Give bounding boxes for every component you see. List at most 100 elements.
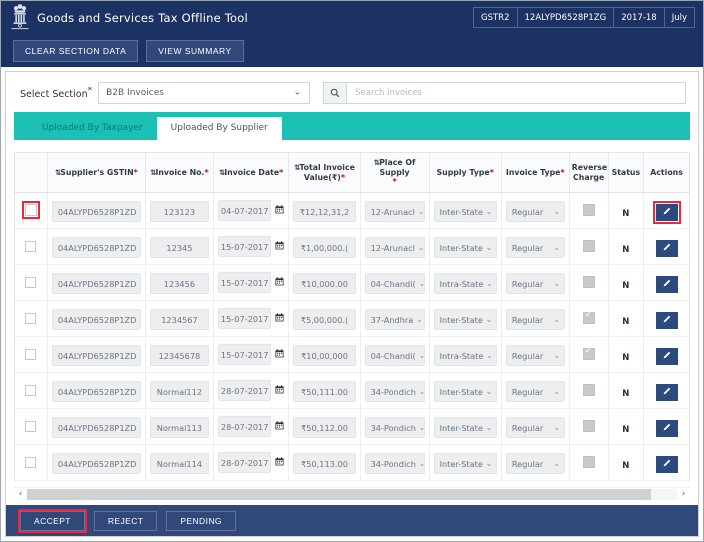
invoice-date-value[interactable]: 28-07-2017	[217, 452, 272, 474]
col-place-of-supply[interactable]: ⇅Place Of Supply *	[360, 153, 430, 194]
invoice-no-value[interactable]: Normal113	[149, 417, 209, 439]
invoice-date-value[interactable]: 04-07-2017	[217, 200, 272, 222]
edit-row-button[interactable]	[655, 311, 678, 329]
tab-uploaded-by-taxpayer[interactable]: Uploaded By Taxpayer	[28, 117, 157, 140]
col-invoice-no[interactable]: ⇅Invoice No.*	[145, 153, 214, 194]
gstin-value[interactable]: 04ALYPD6528P1ZD	[51, 453, 141, 475]
row-checkbox[interactable]	[25, 457, 37, 469]
place-of-supply-select[interactable]: 12-Arunacl ⌄	[364, 237, 425, 259]
edit-row-button[interactable]	[655, 347, 678, 365]
calendar-icon[interactable]	[275, 385, 284, 397]
row-checkbox[interactable]	[21, 201, 40, 220]
place-of-supply-select[interactable]: 04-Chandi(⌄	[364, 273, 425, 295]
invoice-no-value[interactable]: 1234567	[149, 309, 209, 331]
invoice-type-select[interactable]: Regular ⌄	[505, 417, 565, 439]
row-checkbox[interactable]	[25, 349, 37, 361]
supply-type-select[interactable]: Inter-State ⌄	[433, 237, 497, 259]
gstin-value[interactable]: 04ALYPD6528P1ZD	[51, 237, 141, 259]
invoice-date-value[interactable]: 28-07-2017	[217, 380, 272, 402]
edit-row-button[interactable]	[655, 239, 678, 257]
place-of-supply-select[interactable]: 37-Andhra ⌄	[364, 309, 425, 331]
row-checkbox[interactable]	[25, 313, 37, 325]
invoice-no-value[interactable]: Normal114	[149, 453, 209, 475]
scrollbar-thumb[interactable]	[27, 489, 651, 501]
reject-button[interactable]: REJECT	[93, 510, 158, 531]
view-summary-button[interactable]: VIEW SUMMARY	[146, 40, 244, 62]
calendar-icon[interactable]	[275, 277, 284, 289]
gstin-value[interactable]: 04ALYPD6528P1ZD	[51, 417, 141, 439]
calendar-icon[interactable]	[275, 205, 284, 217]
invoice-type-select[interactable]: Regular ⌄	[505, 273, 565, 295]
invoice-date-value[interactable]: 15-07-2017	[217, 344, 272, 366]
calendar-icon[interactable]	[275, 457, 284, 469]
supply-type-select[interactable]: Inter-State ⌄	[433, 417, 497, 439]
supply-type-select[interactable]: Inter-State ⌄	[433, 201, 497, 223]
pending-button[interactable]: PENDING	[166, 510, 236, 531]
scroll-left-arrow-icon[interactable]: ‹	[14, 490, 27, 499]
total-invoice-value[interactable]: ₹12,12,31,2	[293, 201, 356, 223]
supply-type-select[interactable]: Intra-State ⌄	[433, 273, 497, 295]
calendar-icon[interactable]	[275, 349, 284, 361]
col-suppliers-gstin[interactable]: ⇅Supplier's GSTIN*	[47, 153, 146, 194]
place-of-supply-select[interactable]: 12-Arunacl ⌄	[364, 201, 425, 223]
scrollbar-track[interactable]	[27, 489, 677, 501]
total-invoice-value[interactable]: ₹1,00,000.(	[293, 237, 356, 259]
invoice-no-value[interactable]: 12345678	[149, 345, 209, 367]
gstin-value[interactable]: 04ALYPD6528P1ZD	[51, 345, 141, 367]
invoice-date-value[interactable]: 15-07-2017	[217, 308, 272, 330]
invoice-date-value[interactable]: 28-07-2017	[217, 416, 272, 438]
invoice-type-select[interactable]: Regular ⌄	[505, 237, 565, 259]
table-horizontal-scrollbar[interactable]: ‹ ›	[14, 487, 690, 502]
search-input[interactable]	[347, 82, 686, 104]
gstin-value[interactable]: 04ALYPD6528P1ZD	[51, 381, 141, 403]
place-of-supply-select[interactable]: 04-Chandi(⌄	[364, 345, 425, 367]
row-checkbox[interactable]	[25, 421, 37, 433]
place-of-supply-select[interactable]: 34-Pondich⌄	[364, 381, 425, 403]
search-icon[interactable]	[323, 82, 348, 104]
total-invoice-value[interactable]: ₹10,00,000	[293, 345, 356, 367]
supply-type-select[interactable]: Inter-State ⌄	[433, 453, 497, 475]
calendar-icon[interactable]	[275, 421, 284, 433]
invoice-date-value[interactable]: 15-07-2017	[217, 272, 272, 294]
total-invoice-value[interactable]: ₹50,113.00	[293, 453, 356, 475]
supply-type-select[interactable]: Inter-State ⌄	[433, 381, 497, 403]
edit-row-button[interactable]	[655, 455, 678, 473]
invoice-type-select[interactable]: Regular ⌄	[505, 453, 565, 475]
total-invoice-value[interactable]: ₹5,00,000.(	[293, 309, 356, 331]
invoice-no-value[interactable]: Normal112	[149, 381, 209, 403]
invoice-type-select[interactable]: Regular ⌄	[505, 345, 565, 367]
supply-type-select[interactable]: Inter-State ⌄	[433, 309, 497, 331]
row-checkbox[interactable]	[25, 277, 37, 289]
tab-uploaded-by-supplier[interactable]: Uploaded By Supplier	[156, 117, 282, 140]
invoice-no-value[interactable]: 123456	[149, 273, 209, 295]
row-checkbox[interactable]	[25, 385, 37, 397]
total-invoice-value[interactable]: ₹10,000.00	[293, 273, 356, 295]
invoice-type-select[interactable]: Regular ⌄	[505, 309, 565, 331]
edit-row-button[interactable]	[652, 200, 681, 224]
col-total-invoice-value[interactable]: ⇅Total Invoice Value(₹)*	[288, 153, 361, 194]
calendar-icon[interactable]	[275, 313, 284, 325]
calendar-icon[interactable]	[275, 241, 284, 253]
edit-row-button[interactable]	[655, 275, 678, 293]
edit-row-button[interactable]	[655, 419, 678, 437]
invoice-type-select[interactable]: Regular ⌄	[505, 381, 565, 403]
col-invoice-date[interactable]: ⇅Invoice Date*	[213, 153, 290, 194]
total-invoice-value[interactable]: ₹50,112.00	[293, 417, 356, 439]
invoice-no-value[interactable]: 12345	[149, 237, 209, 259]
supply-type-select[interactable]: Intra-State ⌄	[433, 345, 497, 367]
scroll-right-arrow-icon[interactable]: ›	[677, 490, 690, 499]
invoice-type-select[interactable]: Regular ⌄	[505, 201, 565, 223]
gstin-value[interactable]: 04ALYPD6528P1ZD	[51, 309, 141, 331]
place-of-supply-select[interactable]: 34-Pondich⌄	[364, 453, 425, 475]
place-of-supply-select[interactable]: 34-Pondich⌄	[364, 417, 425, 439]
edit-row-button[interactable]	[655, 383, 678, 401]
row-checkbox[interactable]	[25, 241, 37, 253]
accept-button[interactable]: ACCEPT	[18, 508, 87, 533]
invoice-no-value[interactable]: 123123	[149, 201, 209, 223]
select-section-dropdown[interactable]: B2B Invoices ⌄	[98, 82, 311, 104]
total-invoice-value[interactable]: ₹50,111.00	[293, 381, 356, 403]
clear-section-data-button[interactable]: CLEAR SECTION DATA	[13, 40, 139, 62]
invoice-date-value[interactable]: 15-07-2017	[217, 236, 272, 258]
gstin-value[interactable]: 04ALYPD6528P1ZD	[51, 273, 141, 295]
gstin-value[interactable]: 04ALYPD6528P1ZD	[51, 201, 141, 223]
